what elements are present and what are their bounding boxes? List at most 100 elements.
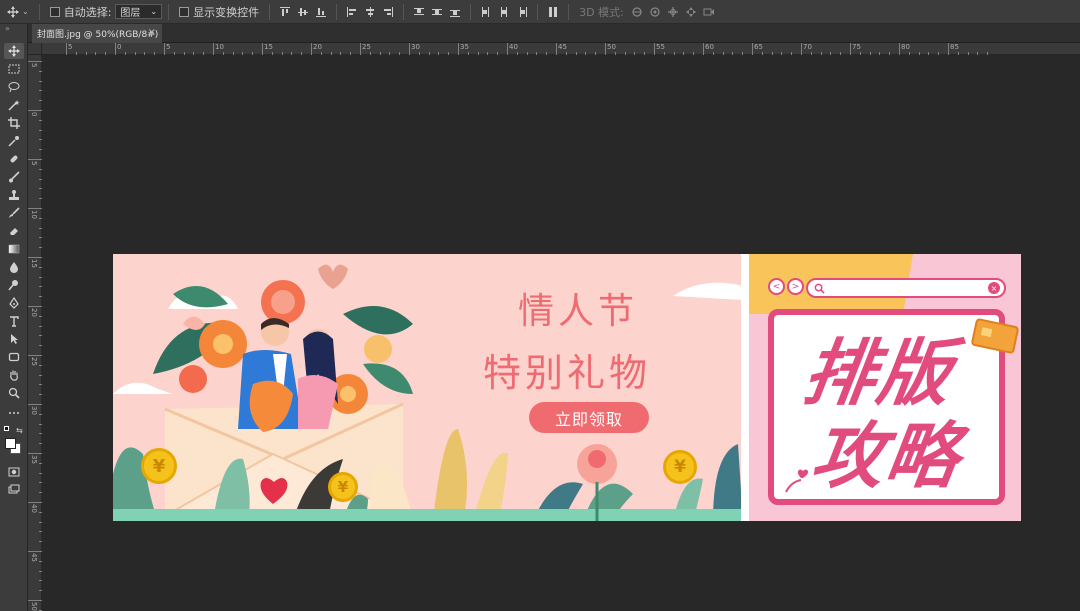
zoom-tool-icon[interactable]	[4, 385, 24, 401]
path-select-icon[interactable]	[4, 331, 24, 347]
ruler-tick	[39, 266, 42, 268]
document-canvas[interactable]: ¥ ¥ ¥ 情人节 特别礼物 立即领取 < > × 排版 攻略	[113, 254, 1021, 521]
auto-select-label: 自动选择:	[63, 5, 112, 19]
align-top-icon[interactable]	[277, 4, 293, 20]
ruler-corner[interactable]	[28, 43, 42, 55]
distribute-vcenter-icon[interactable]	[429, 4, 445, 20]
hand-tool-icon[interactable]	[4, 367, 24, 383]
ruler-tick	[683, 52, 685, 55]
ruler-label: 35	[460, 43, 469, 51]
ruler-tick	[957, 52, 959, 55]
horizontal-ruler[interactable]: 5 0 5 10 15 20 25 30 35 40 45 50 55 60 65 70 75 80 85	[42, 43, 1080, 55]
ruler-label: 15	[30, 259, 38, 268]
ruler-tick	[39, 237, 42, 239]
close-icon[interactable]: ×	[148, 27, 156, 38]
distribute-left-icon[interactable]	[478, 4, 494, 20]
align-hcenter-icon[interactable]	[362, 4, 378, 20]
auto-select-value: 图层	[120, 8, 141, 19]
scale-3d-icon[interactable]	[701, 4, 717, 20]
ruler-tick	[193, 52, 195, 55]
shape-tool-icon[interactable]	[4, 349, 24, 365]
vertical-ruler[interactable]: 5 0 5 10 15 20 25 30 35 40 45 50	[28, 55, 42, 611]
history-brush-icon[interactable]	[4, 205, 24, 221]
ruler-label: 0	[30, 112, 38, 117]
ruler-label: 60	[705, 43, 714, 51]
screen-mode-icon[interactable]	[4, 482, 24, 498]
healing-brush-icon[interactable]	[4, 151, 24, 167]
drag-3d-icon[interactable]	[665, 4, 681, 20]
panel-divider	[741, 254, 749, 521]
lasso-tool-icon[interactable]	[4, 79, 24, 95]
ruler-label: 55	[656, 43, 665, 51]
brush-tool-icon[interactable]	[4, 169, 24, 185]
roll-3d-icon[interactable]	[647, 4, 663, 20]
ruler-tick	[39, 531, 42, 533]
show-transform-checkbox[interactable]: 显示变换控件	[175, 0, 263, 24]
ruler-tick	[703, 43, 704, 55]
eyedropper-icon[interactable]	[4, 133, 24, 149]
default-colors-icon[interactable]: ⇆	[4, 426, 24, 436]
dodge-tool-icon[interactable]	[4, 277, 24, 293]
slide-3d-icon[interactable]	[683, 4, 699, 20]
ruler-tick	[39, 80, 42, 82]
ruler-tick	[458, 43, 459, 55]
quick-mask-icon[interactable]	[4, 464, 24, 480]
more-tools-icon[interactable]	[4, 405, 24, 421]
ruler-label: 20	[30, 308, 38, 317]
tab-document[interactable]: 封面图.jpg @ 50%(RGB/8#) ×	[32, 24, 162, 43]
ruler-tick	[183, 52, 185, 55]
color-swatches[interactable]	[4, 437, 24, 457]
ruler-tick	[781, 52, 783, 55]
ruler-tick	[722, 52, 724, 55]
align-vcenter-icon[interactable]	[295, 4, 311, 20]
gradient-tool-icon[interactable]	[4, 241, 24, 257]
document-tab-bar: 封面图.jpg @ 50%(RGB/8#) ×	[28, 24, 1080, 43]
distribute-hcenter-icon[interactable]	[496, 4, 512, 20]
ruler-tick	[39, 570, 42, 572]
collapse-panel-icon[interactable]: »	[5, 24, 10, 33]
move-tool-preset[interactable]: ⌄	[0, 0, 33, 24]
ruler-tick	[859, 52, 861, 55]
ruler-tick	[39, 90, 42, 92]
ruler-tick	[39, 247, 42, 249]
ruler-tick	[712, 52, 714, 55]
ruler-tick	[497, 52, 499, 55]
ruler-tick	[771, 52, 773, 55]
banner-title-line1: 情人节	[518, 291, 639, 332]
distribute-top-icon[interactable]	[411, 4, 427, 20]
auto-select-dropdown[interactable]: 图层 ⌄	[115, 4, 163, 19]
move-tool-icon[interactable]	[4, 43, 24, 59]
rotate-3d-icon[interactable]	[629, 4, 645, 20]
ruler-tick	[281, 52, 283, 55]
ruler-tick	[28, 404, 42, 405]
marquee-tool-icon[interactable]	[4, 61, 24, 77]
ruler-tick	[39, 217, 42, 219]
ruler-tick	[124, 52, 126, 55]
auto-align-icon[interactable]	[545, 4, 561, 20]
align-right-icon[interactable]	[380, 4, 396, 20]
auto-select-checkbox[interactable]: 自动选择:	[46, 0, 116, 24]
pen-tool-icon[interactable]	[4, 295, 24, 311]
blur-tool-icon[interactable]	[4, 259, 24, 275]
ruler-tick	[879, 52, 881, 55]
ruler-tick	[28, 61, 42, 62]
ruler-tick	[39, 482, 42, 484]
magic-wand-icon[interactable]	[4, 97, 24, 113]
ruler-tick	[242, 52, 244, 55]
type-tool-icon[interactable]	[4, 313, 24, 329]
ruler-tick	[399, 52, 401, 55]
eraser-icon[interactable]	[4, 223, 24, 239]
clone-stamp-icon[interactable]	[4, 187, 24, 203]
align-bottom-icon[interactable]	[313, 4, 329, 20]
ruler-tick	[840, 52, 842, 55]
ruler-tick	[487, 52, 489, 55]
distribute-right-icon[interactable]	[514, 4, 530, 20]
chevron-down-icon: ⌄	[150, 7, 158, 16]
ruler-tick	[28, 306, 42, 307]
ruler-tick	[869, 52, 871, 55]
crop-tool-icon[interactable]	[4, 115, 24, 131]
ruler-tick	[39, 119, 42, 121]
ruler-tick	[39, 286, 42, 288]
distribute-bottom-icon[interactable]	[447, 4, 463, 20]
align-left-icon[interactable]	[344, 4, 360, 20]
